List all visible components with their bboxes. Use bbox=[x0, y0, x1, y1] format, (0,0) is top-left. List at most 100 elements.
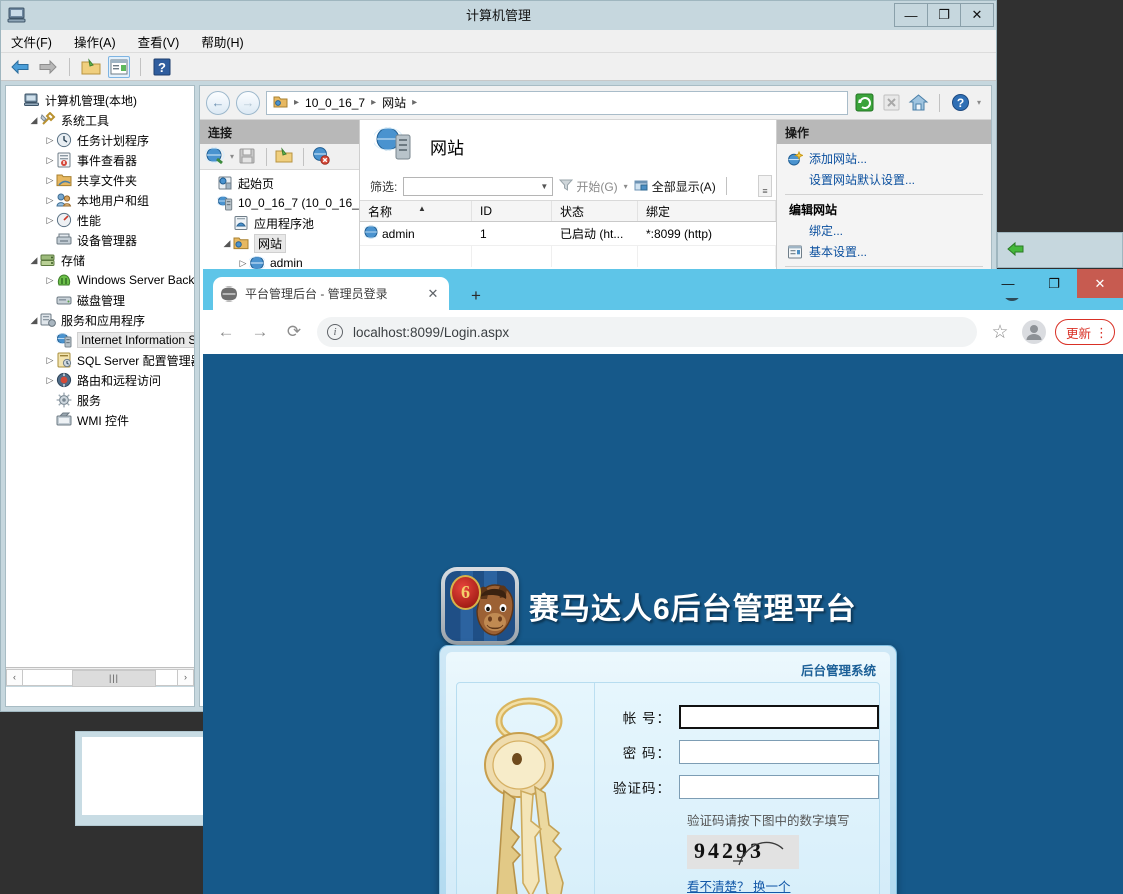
collapse-triangle-icon[interactable]: ◢ bbox=[221, 238, 233, 249]
scroll-right-button[interactable]: › bbox=[177, 669, 194, 686]
action-label[interactable]: 设置网站默认设置... bbox=[809, 171, 915, 188]
expand-triangle-icon[interactable]: ▷ bbox=[44, 215, 56, 226]
disconnect-icon[interactable] bbox=[311, 146, 333, 168]
save-icon[interactable] bbox=[237, 146, 259, 168]
expand-triangle-icon[interactable]: ▷ bbox=[237, 258, 249, 269]
scroll-left-button[interactable]: ‹ bbox=[6, 669, 23, 686]
collapse-triangle-icon[interactable]: ◢ bbox=[28, 115, 40, 126]
tree-item[interactable]: ▷SQL Server 配置管理器 bbox=[10, 350, 194, 370]
column-header-name[interactable]: 名称 ▲ bbox=[360, 201, 472, 221]
minimize-button[interactable]: — bbox=[985, 269, 1031, 298]
connections-dropdown-icon[interactable]: ▾ bbox=[230, 152, 234, 161]
breadcrumb-item-sites[interactable]: 网站 bbox=[382, 94, 406, 111]
tree-item[interactable]: 起始页 bbox=[203, 173, 359, 193]
collapse-triangle-icon[interactable]: ◢ bbox=[28, 315, 40, 326]
expand-triangle-icon[interactable]: ▷ bbox=[44, 175, 56, 186]
back-button[interactable]: ← bbox=[211, 317, 241, 347]
menu-item-help[interactable]: 帮助(H) bbox=[201, 32, 243, 51]
refresh-captcha-link[interactable]: 看不清楚？ 换一个 bbox=[687, 876, 879, 894]
browser-toolbar[interactable]: ← → ⟳ i localhost:8099/Login.aspx ☆ 更新 ⋮ bbox=[203, 310, 1123, 354]
tree-item[interactable]: WMI 控件 bbox=[10, 410, 194, 430]
expand-triangle-icon[interactable]: ▷ bbox=[44, 135, 56, 146]
help-icon[interactable]: ? bbox=[151, 56, 173, 78]
tree-item[interactable]: ◢存储 bbox=[10, 250, 194, 270]
column-header-binding[interactable]: 绑定 bbox=[638, 201, 776, 221]
show-all-button[interactable]: 全部显示(A) bbox=[634, 178, 716, 195]
close-button[interactable]: ✕ bbox=[1077, 269, 1123, 298]
iis-help-icon[interactable]: ? bbox=[950, 92, 971, 113]
connections-toolbar[interactable]: ▾ bbox=[200, 144, 359, 170]
password-input[interactable] bbox=[679, 740, 879, 764]
tree-item[interactable]: ▷事件查看器 bbox=[10, 150, 194, 170]
reload-button[interactable]: ⟳ bbox=[279, 317, 309, 347]
tree-item[interactable]: ▷本地用户和组 bbox=[10, 190, 194, 210]
open-folder-icon[interactable] bbox=[274, 146, 296, 168]
expand-triangle-icon[interactable]: ▷ bbox=[44, 275, 56, 286]
tree-item[interactable]: ◢服务和应用程序 bbox=[10, 310, 194, 330]
tree-item[interactable]: ▷任务计划程序 bbox=[10, 130, 194, 150]
expand-triangle-icon[interactable]: ▷ bbox=[44, 355, 56, 366]
tree-item[interactable]: 设备管理器 bbox=[10, 230, 194, 250]
action-item[interactable]: 设置网站默认设置... bbox=[777, 169, 991, 190]
new-tab-button[interactable]: + bbox=[465, 285, 487, 307]
profile-avatar-icon[interactable] bbox=[1019, 317, 1049, 347]
menu-item-action[interactable]: 操作(A) bbox=[74, 32, 116, 51]
action-item[interactable]: 绑定... bbox=[777, 220, 991, 241]
expand-triangle-icon[interactable]: ▷ bbox=[44, 375, 56, 386]
tree-item[interactable]: 磁盘管理 bbox=[10, 290, 194, 310]
action-label[interactable]: 基本设置... bbox=[809, 243, 867, 260]
captcha-input[interactable] bbox=[679, 775, 879, 799]
back-arrow-icon[interactable] bbox=[9, 56, 31, 78]
iis-forward-button[interactable]: → bbox=[236, 91, 260, 115]
expand-triangle-icon[interactable]: ▷ bbox=[44, 195, 56, 206]
maximize-button[interactable]: ❐ bbox=[1031, 269, 1077, 298]
action-label[interactable]: 绑定... bbox=[809, 222, 843, 239]
filter-dropdown-icon[interactable]: ▼ bbox=[540, 182, 548, 191]
tree-item[interactable]: ▷共享文件夹 bbox=[10, 170, 194, 190]
tree-item[interactable]: 服务 bbox=[10, 390, 194, 410]
iis-address-bar[interactable]: ← → ▸ 10_0_16_7 ▸ 网站 ▸ bbox=[200, 86, 991, 120]
tree-item[interactable]: ◢系统工具 bbox=[10, 110, 194, 130]
connect-globe-icon[interactable] bbox=[205, 146, 227, 168]
forward-button[interactable]: → bbox=[245, 317, 275, 347]
info-icon[interactable]: i bbox=[327, 324, 343, 340]
breadcrumb-item-server[interactable]: 10_0_16_7 bbox=[305, 96, 365, 110]
toolbar[interactable]: ? bbox=[1, 53, 996, 81]
action-label[interactable]: 添加网站... bbox=[809, 150, 867, 167]
update-button[interactable]: 更新 ⋮ bbox=[1055, 319, 1115, 345]
tab-strip[interactable]: 平台管理后台 - 管理员登录 ✕ + ▼ — ❐ ✕ bbox=[203, 269, 1123, 310]
maximize-button[interactable]: ❐ bbox=[927, 3, 961, 27]
action-item[interactable]: 添加网站... bbox=[777, 148, 991, 169]
tree-item[interactable]: Internet Information S bbox=[10, 330, 194, 350]
scroll-track[interactable]: ||| bbox=[23, 669, 177, 686]
home-icon[interactable] bbox=[908, 92, 929, 113]
tree-item[interactable]: ◢网站 bbox=[203, 233, 359, 253]
refresh-icon[interactable] bbox=[854, 92, 875, 113]
browser-tab[interactable]: 平台管理后台 - 管理员登录 ✕ bbox=[213, 277, 449, 310]
column-header-id[interactable]: ID bbox=[472, 201, 552, 221]
minimize-button[interactable]: — bbox=[894, 3, 928, 27]
console-tree[interactable]: 计算机管理(本地)◢系统工具▷任务计划程序▷事件查看器▷共享文件夹▷本地用户和组… bbox=[6, 86, 194, 667]
browser-window-controls[interactable]: — ❐ ✕ bbox=[985, 269, 1123, 298]
filter-input[interactable]: ▼ bbox=[403, 177, 553, 196]
breadcrumb[interactable]: ▸ 10_0_16_7 ▸ 网站 ▸ bbox=[266, 91, 848, 115]
iis-back-button[interactable]: ← bbox=[206, 91, 230, 115]
login-panel[interactable]: 后台管理系统 bbox=[439, 645, 897, 894]
filter-expand-button[interactable]: ≡ bbox=[758, 175, 772, 197]
menu-item-view[interactable]: 查看(V) bbox=[138, 32, 180, 51]
close-icon[interactable]: ✕ bbox=[425, 286, 441, 302]
menu-item-file[interactable]: 文件(F) bbox=[11, 32, 52, 51]
filter-bar[interactable]: 筛选: ▼ 开始(G) ▾ bbox=[360, 172, 776, 200]
column-header-status[interactable]: 状态 bbox=[552, 201, 638, 221]
console-tree-pane[interactable]: 计算机管理(本地)◢系统工具▷任务计划程序▷事件查看器▷共享文件夹▷本地用户和组… bbox=[5, 85, 195, 707]
expand-triangle-icon[interactable]: ▷ bbox=[44, 155, 56, 166]
username-input[interactable] bbox=[679, 705, 879, 729]
tree-item[interactable]: ▷性能 bbox=[10, 210, 194, 230]
show-folder-icon[interactable] bbox=[80, 56, 102, 78]
browser-menu-icon[interactable]: ⋮ bbox=[1095, 326, 1108, 339]
tree-item[interactable]: 10_0_16_7 (10_0_16_7\Ad bbox=[203, 193, 359, 213]
show-console-tree-icon[interactable] bbox=[108, 56, 130, 78]
tree-item[interactable]: ▷Windows Server Back bbox=[10, 270, 194, 290]
close-button[interactable]: ✕ bbox=[960, 3, 994, 27]
action-item[interactable]: 基本设置... bbox=[777, 241, 991, 262]
